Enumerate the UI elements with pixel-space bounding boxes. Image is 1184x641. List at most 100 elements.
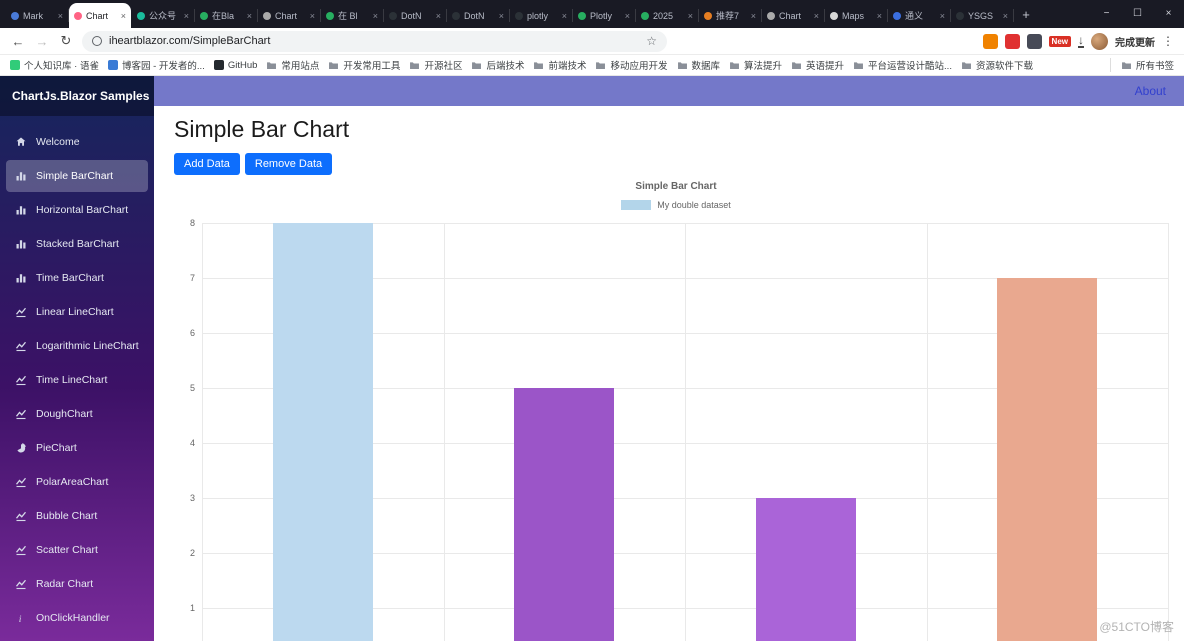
sidebar-item-horizontal-barchart[interactable]: Horizontal BarChart <box>6 194 148 226</box>
sidebar-item-onclickhandler[interactable]: iOnClickHandler <box>6 602 148 634</box>
tab-close-icon[interactable]: × <box>499 11 504 21</box>
tab-close-icon[interactable]: × <box>877 11 882 21</box>
tab-close-icon[interactable]: × <box>562 11 567 21</box>
tab-close-icon[interactable]: × <box>940 11 945 21</box>
browser-tab[interactable]: Chart× <box>258 3 320 28</box>
line-chart-icon <box>14 578 27 590</box>
sidebar-item-scatter-chart[interactable]: Scatter Chart <box>6 534 148 566</box>
sidebar-item-time-linechart[interactable]: Time LineChart <box>6 364 148 396</box>
back-icon[interactable]: ← <box>10 34 26 49</box>
browser-menu-icon[interactable]: ⋮ <box>1162 34 1174 48</box>
sidebar-item-linear-linechart[interactable]: Linear LineChart <box>6 296 148 328</box>
browser-tab[interactable]: plotly× <box>510 3 572 28</box>
chart-bar[interactable] <box>514 388 614 641</box>
extension-icon[interactable] <box>983 34 998 49</box>
browser-tab[interactable]: Chart× <box>69 3 131 28</box>
url-input[interactable]: iheartblazor.com/SimpleBarChart ☆ <box>82 31 667 52</box>
browser-tab[interactable]: 公众号× <box>132 3 194 28</box>
chrome-update-button[interactable]: 完成更新 <box>1115 34 1155 49</box>
browser-tab[interactable]: Maps× <box>825 3 887 28</box>
maximize-button[interactable]: ☐ <box>1122 0 1153 28</box>
tab-close-icon[interactable]: × <box>310 11 315 21</box>
tab-close-icon[interactable]: × <box>688 11 693 21</box>
browser-tab[interactable]: Mark× <box>6 3 68 28</box>
bookmark-item[interactable]: 移动应用开发 <box>595 58 667 72</box>
chart-plot: 12345678 <box>202 223 1168 641</box>
chart-bar[interactable] <box>756 498 856 641</box>
sidebar-item-time-barchart[interactable]: Time BarChart <box>6 262 148 294</box>
sidebar-item-doughchart[interactable]: DoughChart <box>6 398 148 430</box>
tab-close-icon[interactable]: × <box>58 11 63 21</box>
about-link[interactable]: About <box>1135 84 1166 98</box>
toolbar-icons: New ↓ 完成更新 ⋮ <box>983 33 1174 50</box>
forward-icon[interactable]: → <box>34 34 50 49</box>
chart-bar[interactable] <box>997 278 1097 641</box>
tab-close-icon[interactable]: × <box>814 11 819 21</box>
brand-title[interactable]: ChartJs.Blazor Samples <box>0 76 154 116</box>
sidebar-item-simple-barchart[interactable]: Simple BarChart <box>6 160 148 192</box>
chart-title: Simple Bar Chart <box>174 181 1178 192</box>
add-data-button[interactable]: Add Data <box>174 153 240 175</box>
bookmark-star-icon[interactable]: ☆ <box>646 34 657 48</box>
download-icon[interactable]: ↓ <box>1078 35 1084 48</box>
bookmark-item[interactable]: 英语提升 <box>791 58 844 72</box>
tab-close-icon[interactable]: × <box>247 11 252 21</box>
profile-avatar[interactable] <box>1091 33 1108 50</box>
sidebar-item-stacked-barchart[interactable]: Stacked BarChart <box>6 228 148 260</box>
tab-label: Chart <box>779 11 812 21</box>
bookmark-item[interactable]: 资源软件下载 <box>961 58 1033 72</box>
svg-text:i: i <box>18 614 21 624</box>
button-row: Add Data Remove Data <box>174 153 1184 175</box>
site-info-icon[interactable] <box>92 36 102 46</box>
browser-tab[interactable]: DotN× <box>384 3 446 28</box>
bookmark-item[interactable]: 开源社区 <box>409 58 462 72</box>
bookmark-item[interactable]: 个人知识库 · 语雀 <box>10 58 99 72</box>
extension-icon[interactable] <box>1027 34 1042 49</box>
sidebar-item-polarareachart[interactable]: PolarAreaChart <box>6 466 148 498</box>
extension-icon[interactable] <box>1005 34 1020 49</box>
sidebar-item-radar-chart[interactable]: Radar Chart <box>6 568 148 600</box>
sidebar-item-welcome[interactable]: Welcome <box>6 126 148 158</box>
bookmark-item[interactable]: 开发常用工具 <box>328 58 400 72</box>
bookmark-item[interactable]: 算法提升 <box>729 58 782 72</box>
bookmark-item[interactable]: 博客园 - 开发者的... <box>108 58 205 72</box>
browser-tab[interactable]: 推荐7× <box>699 3 761 28</box>
sidebar-item-bubble-chart[interactable]: Bubble Chart <box>6 500 148 532</box>
refresh-icon[interactable]: ↻ <box>58 33 74 49</box>
bookmark-item[interactable]: 常用站点 <box>266 58 319 72</box>
chart-legend[interactable]: My double dataset <box>174 200 1178 210</box>
chart-bar[interactable] <box>273 223 373 641</box>
new-tab-button[interactable]: + <box>1014 2 1038 28</box>
browser-tab[interactable]: YSGS× <box>951 3 1013 28</box>
sidebar-item-logarithmic-linechart[interactable]: Logarithmic LineChart <box>6 330 148 362</box>
tab-close-icon[interactable]: × <box>625 11 630 21</box>
bar-chart-icon <box>14 238 27 250</box>
tab-favicon-icon <box>515 12 523 20</box>
browser-tab[interactable]: 在Bla× <box>195 3 257 28</box>
browser-tab[interactable]: 2025× <box>636 3 698 28</box>
all-bookmarks[interactable]: 所有书签 <box>1110 58 1174 72</box>
browser-tab[interactable]: DotN× <box>447 3 509 28</box>
browser-tab[interactable]: Chart× <box>762 3 824 28</box>
browser-tab[interactable]: 在 Bl× <box>321 3 383 28</box>
tab-close-icon[interactable]: × <box>1003 11 1008 21</box>
minimize-button[interactable]: − <box>1091 0 1122 28</box>
info-chart-icon: i <box>14 612 27 624</box>
tab-close-icon[interactable]: × <box>121 11 126 21</box>
bookmark-item[interactable]: 平台运营设计酷站... <box>853 58 952 72</box>
sidebar-item-piechart[interactable]: PieChart <box>6 432 148 464</box>
close-button[interactable]: × <box>1153 0 1184 28</box>
browser-tab[interactable]: 通义× <box>888 3 950 28</box>
tab-close-icon[interactable]: × <box>373 11 378 21</box>
y-axis-label: 8 <box>190 218 195 228</box>
remove-data-button[interactable]: Remove Data <box>245 153 332 175</box>
bookmark-item[interactable]: 后端技术 <box>471 58 524 72</box>
tab-close-icon[interactable]: × <box>436 11 441 21</box>
bookmark-item[interactable]: 前端技术 <box>533 58 586 72</box>
tab-close-icon[interactable]: × <box>184 11 189 21</box>
browser-tab[interactable]: Plotly× <box>573 3 635 28</box>
bookmark-item[interactable]: GitHub <box>214 60 258 71</box>
bookmark-item[interactable]: 数据库 <box>677 58 721 72</box>
tab-close-icon[interactable]: × <box>751 11 756 21</box>
new-extension-badge[interactable]: New <box>1049 36 1071 47</box>
